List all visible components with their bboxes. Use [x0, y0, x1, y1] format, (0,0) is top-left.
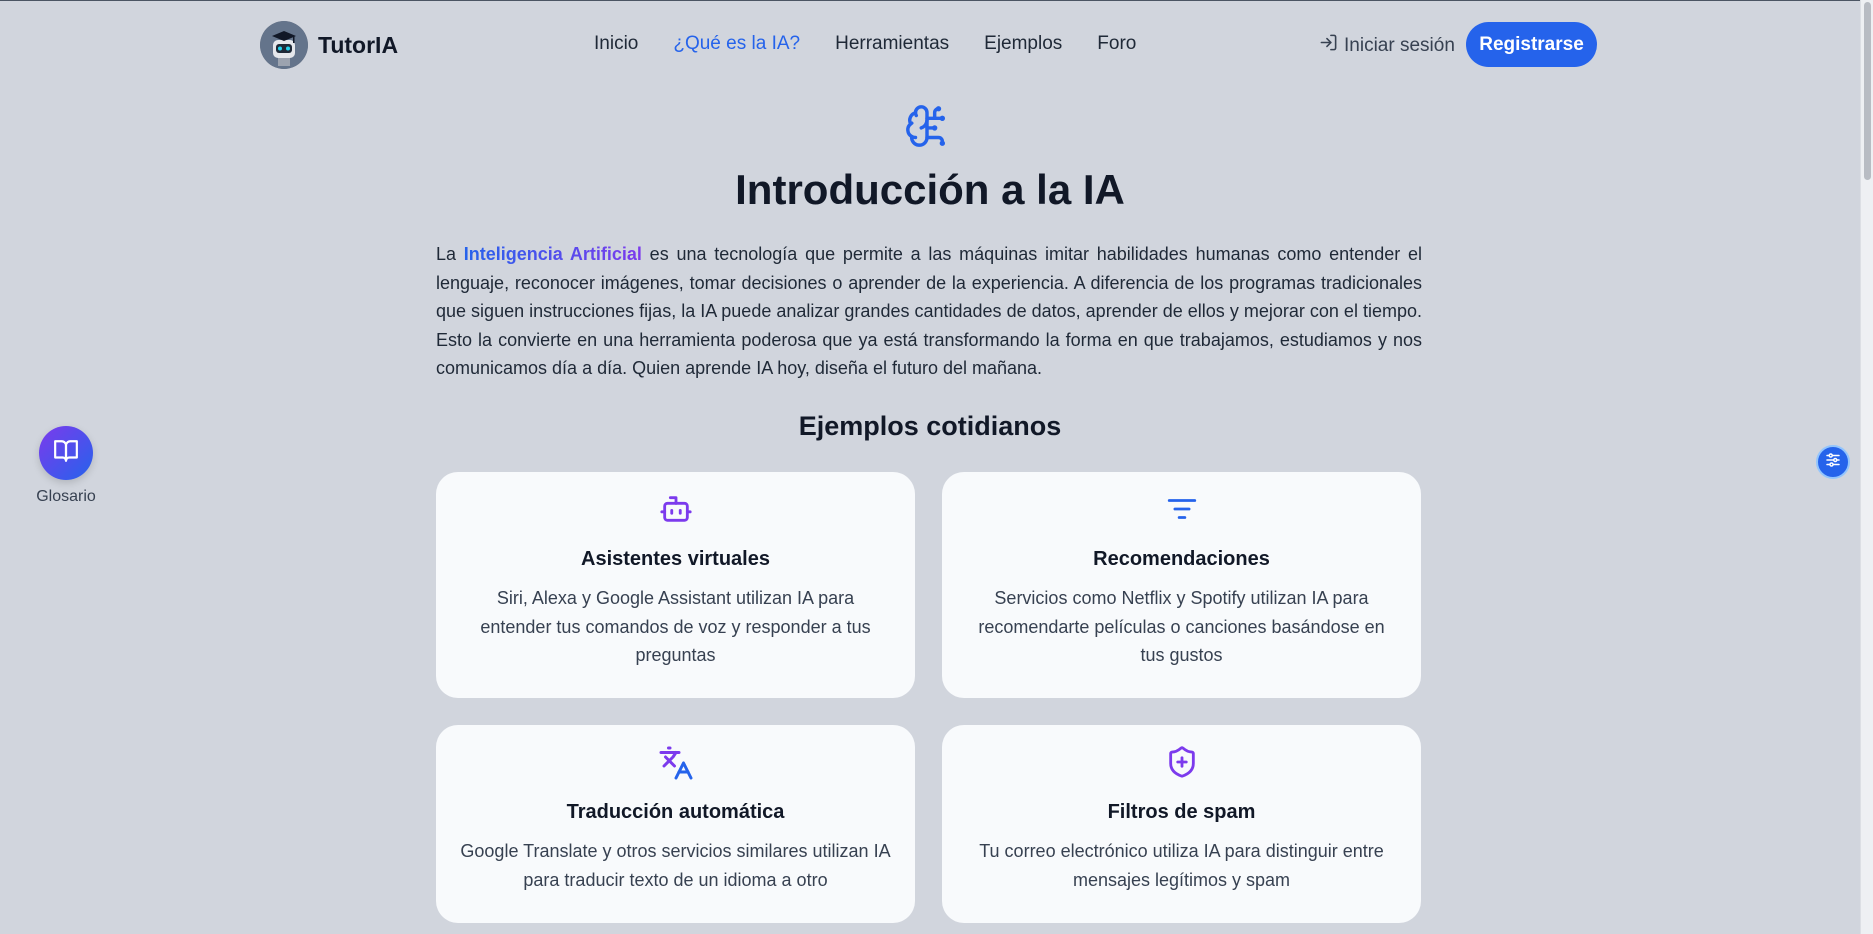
example-card-spam: Filtros de spam Tu correo electrónico ut…: [942, 725, 1421, 923]
intro-text: es una tecnología que permite a las máqu…: [436, 244, 1422, 379]
card-text: Servicios como Netflix y Spotify utiliza…: [978, 588, 1385, 666]
card-text: Google Translate y otros servicios simil…: [460, 841, 891, 890]
robot-icon: [436, 492, 915, 526]
section-title: Ejemplos cotidianos: [798, 411, 1062, 441]
brain-icon: [904, 102, 950, 150]
nav-herramientas[interactable]: Herramientas: [835, 33, 949, 55]
filter-icon: [942, 492, 1421, 526]
translate-icon: [436, 745, 915, 780]
sliders-icon: [1824, 451, 1842, 474]
card-text: Siri, Alexa y Google Assistant utilizan …: [480, 588, 871, 666]
card-title: Filtros de spam: [1107, 801, 1256, 823]
card-title: Recomendaciones: [1093, 548, 1270, 570]
nav-inicio[interactable]: Inicio: [594, 33, 638, 55]
robot-avatar-icon: [260, 21, 308, 69]
brand-name: TutorIA: [318, 31, 399, 58]
intro-prefix: La: [436, 244, 464, 264]
glossary-label: Glosario: [36, 488, 96, 505]
login-link[interactable]: Iniciar sesión: [1319, 33, 1455, 58]
nav-que-es-la-ia[interactable]: ¿Qué es la IA?: [673, 33, 800, 55]
card-title: Traducción automática: [566, 801, 785, 823]
page-title: Introducción a la IA: [735, 166, 1125, 213]
glossary-widget: Glosario: [36, 426, 96, 506]
example-card-traduccion: Traducción automática Google Translate y…: [436, 725, 915, 923]
main-nav: Inicio ¿Qué es la IA? Herramientas Ejemp…: [594, 33, 1136, 55]
example-card-recomendaciones: Recomendaciones Servicios como Netflix y…: [942, 472, 1421, 698]
card-text: Tu correo electrónico utiliza IA para di…: [979, 841, 1384, 890]
login-label: Iniciar sesión: [1344, 34, 1455, 56]
site-header: TutorIA Inicio ¿Qué es la IA? Herramient…: [0, 0, 1860, 90]
settings-sliders-button[interactable]: [1816, 445, 1850, 479]
intro-highlight: Inteligencia Artificial: [463, 244, 642, 264]
nav-ejemplos[interactable]: Ejemplos: [984, 33, 1062, 55]
register-button[interactable]: Registrarse: [1466, 22, 1597, 67]
brand-logo[interactable]: TutorIA: [260, 21, 398, 69]
login-icon: [1319, 33, 1338, 58]
card-title: Asistentes virtuales: [581, 548, 770, 570]
scrollbar-thumb[interactable]: [1864, 2, 1871, 180]
book-open-icon: [53, 438, 79, 469]
example-card-asistentes: Asistentes virtuales Siri, Alexa y Googl…: [436, 472, 915, 698]
nav-foro[interactable]: Foro: [1097, 33, 1136, 55]
intro-paragraph: La Inteligencia Artificial es una tecnol…: [436, 240, 1422, 383]
page-scrollbar[interactable]: [1860, 0, 1873, 934]
shield-plus-icon: [942, 745, 1421, 779]
glossary-button[interactable]: [39, 426, 93, 480]
